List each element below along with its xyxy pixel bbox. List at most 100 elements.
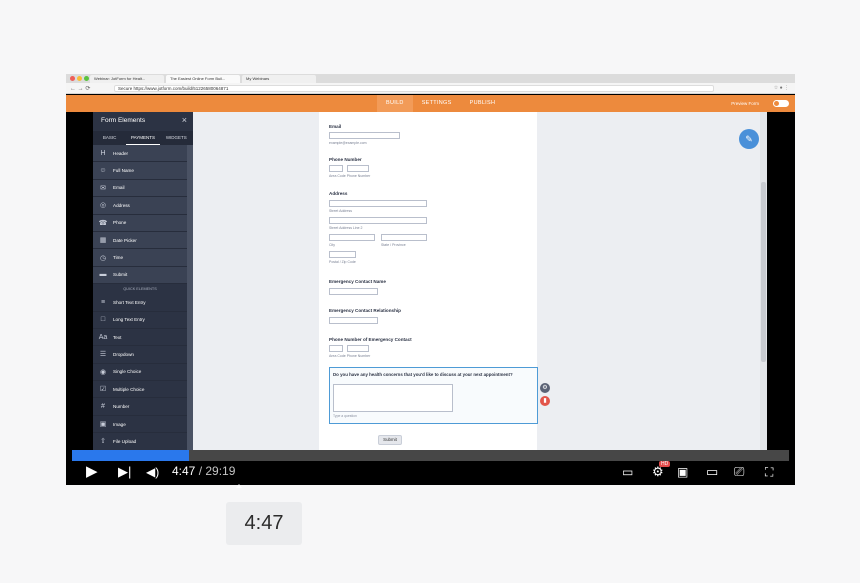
state-field[interactable] bbox=[381, 234, 427, 241]
sidebar-item-time[interactable]: ◷ Time bbox=[93, 249, 187, 267]
short-text-entry-icon: ≡ bbox=[100, 298, 106, 306]
cast-icon[interactable]: ⎚ bbox=[734, 463, 744, 481]
phone-sublabel: Area Code Phone Number bbox=[329, 174, 371, 178]
fullscreen-icon[interactable]: ⛶ bbox=[765, 463, 773, 481]
sidebar-item-label: Header bbox=[113, 150, 129, 156]
canvas-scrollbar[interactable] bbox=[760, 112, 767, 450]
browser-tab[interactable]: Webinar: JotForm for Healt... bbox=[90, 75, 164, 83]
sidebar-item-phone[interactable]: ☎ Phone bbox=[93, 215, 187, 232]
sidebar-item-date-picker[interactable]: ▦ Date Picker bbox=[93, 232, 187, 250]
selected-question-field[interactable]: Do you have any health concerns that you… bbox=[329, 367, 538, 424]
sidebar-item-label: Address bbox=[113, 202, 130, 208]
form-designer-icon[interactable]: ✎ bbox=[739, 129, 759, 149]
preview-form-label: Preview Form bbox=[731, 101, 759, 106]
sidebar-item-label: Date Picker bbox=[113, 237, 137, 243]
phone-number-field[interactable] bbox=[347, 165, 369, 172]
panel-title: Form Elements bbox=[101, 117, 146, 124]
postal-field[interactable] bbox=[329, 251, 356, 258]
sidebar-item-dropdown[interactable]: ☰ Dropdown bbox=[93, 346, 187, 364]
phone-label: Phone Number bbox=[329, 157, 362, 162]
back-forward-reload-icons[interactable]: ← → ⟳ bbox=[70, 85, 90, 92]
trash-icon[interactable]: ▮ bbox=[540, 396, 550, 406]
sidebar-item-image[interactable]: ▣ Image bbox=[93, 416, 187, 434]
sidebar-item-label: File Upload bbox=[113, 438, 137, 444]
emergency-phone-field[interactable] bbox=[347, 345, 369, 352]
scrollbar-thumb[interactable] bbox=[761, 182, 766, 362]
sidebar-item-short-text-entry[interactable]: ≡ Short Text Entry bbox=[93, 294, 187, 312]
tab-payments[interactable]: PAYMENTS bbox=[126, 131, 160, 145]
sidebar-item-text[interactable]: Aa Text bbox=[93, 329, 187, 347]
quick-elements-heading: QUICK ELEMENTS bbox=[93, 284, 187, 295]
miniplayer-icon[interactable]: ▣ bbox=[677, 463, 688, 481]
sidebar-item-address[interactable]: ◎ Address bbox=[93, 197, 187, 215]
street-address-field[interactable] bbox=[329, 200, 427, 207]
browser-extension-icons[interactable]: ☆ ● ⋮ bbox=[774, 85, 789, 91]
minimize-window-icon[interactable] bbox=[77, 76, 82, 81]
subtitles-icon[interactable]: ▭ bbox=[622, 463, 633, 481]
play-icon[interactable]: ▶ bbox=[86, 463, 98, 481]
url-field[interactable]: Secure https://www.jotform.com/build/512… bbox=[114, 85, 714, 92]
sidebar-item-full-name[interactable]: ☺ Full Name bbox=[93, 162, 187, 180]
image-icon: ▣ bbox=[99, 421, 107, 429]
address-bar: ← → ⟳ Secure https://www.jotform.com/bui… bbox=[66, 83, 795, 94]
emergency-name-label: Emergency Contact Name bbox=[329, 279, 386, 284]
sidebar-item-label: Image bbox=[113, 421, 126, 427]
number-icon: # bbox=[101, 403, 105, 411]
sidebar-item-header[interactable]: H Header bbox=[93, 145, 187, 163]
question-hint: Type a question bbox=[333, 414, 357, 418]
theater-mode-icon[interactable]: ▭ bbox=[706, 463, 718, 481]
browser-tab[interactable]: My Webinars bbox=[242, 75, 316, 83]
sidebar-item-label: Full Name bbox=[113, 168, 134, 174]
sidebar-item-label: Single Choice bbox=[113, 369, 142, 375]
sidebar-item-file-upload[interactable]: ⇧ File Upload bbox=[93, 433, 187, 451]
date-picker-icon: ▦ bbox=[99, 237, 107, 245]
emergency-phone-sublabel: Area Code Phone Number bbox=[329, 354, 371, 358]
email-icon: ✉ bbox=[100, 184, 106, 192]
sidebar-item-email[interactable]: ✉ Email bbox=[93, 180, 187, 198]
sidebar-item-long-text-entry[interactable]: □ Long Text Entry bbox=[93, 312, 187, 329]
sidebar-item-multiple-choice[interactable]: ☑ Multiple Choice bbox=[93, 381, 187, 399]
sidebar-item-label: Time bbox=[113, 255, 124, 261]
maximize-window-icon[interactable] bbox=[84, 76, 89, 81]
submit-button[interactable]: Submit bbox=[378, 435, 402, 445]
long-text-entry-icon: □ bbox=[100, 316, 106, 324]
city-field[interactable] bbox=[329, 234, 375, 241]
current-time: 4:47 bbox=[172, 464, 196, 478]
window-controls bbox=[70, 76, 89, 81]
dropdown-icon: ☰ bbox=[99, 351, 107, 359]
emergency-relationship-field[interactable] bbox=[329, 317, 378, 324]
duration: / 29:19 bbox=[198, 464, 236, 478]
tab-basic[interactable]: BASIC bbox=[93, 131, 126, 145]
volume-icon[interactable]: ◀) bbox=[146, 463, 159, 481]
sidebar-item-number[interactable]: # Number bbox=[93, 398, 187, 416]
sidebar-item-label: Submit bbox=[113, 272, 128, 278]
email-field[interactable] bbox=[329, 132, 400, 139]
area-code-field[interactable] bbox=[329, 165, 343, 172]
close-window-icon[interactable] bbox=[70, 76, 75, 81]
emergency-phone-label: Phone Number of Emergency Contact bbox=[329, 337, 412, 342]
close-icon[interactable]: × bbox=[182, 115, 187, 125]
preview-form-toggle[interactable] bbox=[773, 100, 789, 107]
email-sublabel: example@example.com bbox=[329, 141, 367, 145]
builder-nav: BUILD SETTINGS PUBLISH bbox=[377, 95, 504, 112]
emergency-name-field[interactable] bbox=[329, 288, 378, 295]
address-icon: ◎ bbox=[99, 202, 107, 210]
tab-publish[interactable]: PUBLISH bbox=[461, 95, 505, 112]
video-progress-bar[interactable] bbox=[72, 450, 789, 461]
sidebar-item-single-choice[interactable]: ◉ Single Choice bbox=[93, 364, 187, 382]
question-textarea[interactable] bbox=[333, 384, 453, 412]
submit-icon: ▬ bbox=[99, 271, 107, 279]
street-address-2-field[interactable] bbox=[329, 217, 427, 224]
street-sublabel: Street Address bbox=[329, 209, 352, 213]
address-label: Address bbox=[329, 191, 348, 196]
sidebar-item-label: Multiple Choice bbox=[113, 386, 145, 392]
next-icon[interactable]: ▶| bbox=[118, 463, 131, 481]
gear-icon[interactable]: ⚙ bbox=[540, 383, 550, 393]
sidebar-item-label: Text bbox=[113, 334, 122, 340]
browser-tab[interactable]: The Easiest Online Form Buil... bbox=[166, 75, 240, 83]
emergency-area-code-field[interactable] bbox=[329, 345, 343, 352]
tab-widgets[interactable]: WIDGETS bbox=[160, 131, 193, 145]
tab-build[interactable]: BUILD bbox=[377, 95, 413, 112]
tab-settings[interactable]: SETTINGS bbox=[413, 95, 461, 112]
sidebar-item-submit[interactable]: ▬ Submit bbox=[93, 267, 187, 285]
